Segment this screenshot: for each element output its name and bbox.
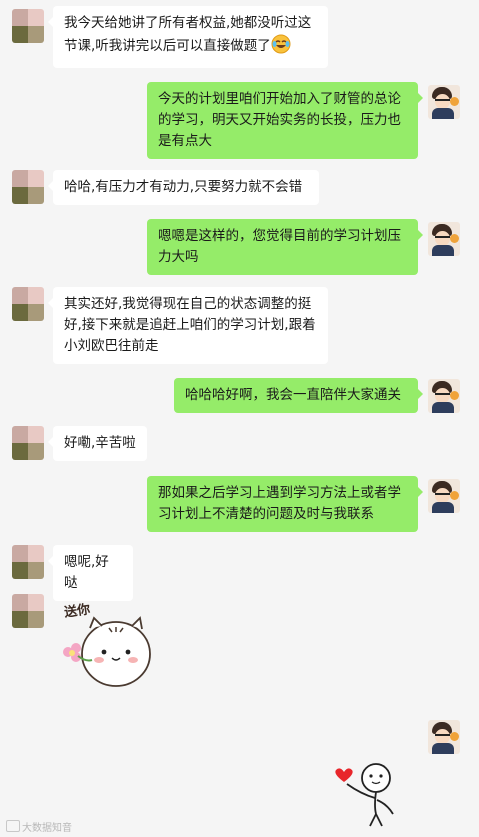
message-row bbox=[0, 718, 479, 828]
avatar[interactable] bbox=[428, 479, 460, 513]
message-text: 哈哈,有压力才有动力,只要努力就不会错 bbox=[64, 179, 303, 195]
message-row: 哈哈哈好啊，我会一直陪伴大家通关 bbox=[0, 378, 479, 414]
avatar[interactable] bbox=[12, 594, 44, 628]
message-bubble[interactable]: 哈哈,有压力才有动力,只要努力就不会错 bbox=[48, 170, 319, 205]
message-bubble[interactable]: 那如果之后学习上遇到学习方法上或者学习计划上不清楚的问题及时与我联系 bbox=[147, 476, 423, 532]
message-text: 哈哈哈好啊，我会一直陪伴大家通关 bbox=[185, 387, 401, 403]
watermark-text: 大数据知音 bbox=[22, 823, 72, 834]
watermark-logo-icon bbox=[6, 820, 20, 832]
message-text: 嗯呢,好哒 bbox=[64, 554, 109, 591]
message-text: 嗯嗯是这样的，您觉得目前的学习计划压力大吗 bbox=[158, 228, 401, 265]
message-bubble[interactable]: 嗯嗯是这样的，您觉得目前的学习计划压力大吗 bbox=[147, 219, 423, 275]
watermark: 大数据知音 bbox=[6, 819, 72, 834]
avatar[interactable] bbox=[12, 287, 44, 321]
message-bubble[interactable]: 嗯呢,好哒 bbox=[48, 545, 133, 601]
message-row: 送你 bbox=[0, 594, 479, 699]
message-row: 嗯呢,好哒 bbox=[0, 545, 479, 601]
message-bubble[interactable]: 其实还好,我觉得现在自己的状态调整的挺好,接下来就是追赶上咱们的学习计划,跟着小… bbox=[48, 287, 328, 364]
message-row: 哈哈,有压力才有动力,只要努力就不会错 bbox=[0, 170, 479, 206]
message-text: 那如果之后学习上遇到学习方法上或者学习计划上不清楚的问题及时与我联系 bbox=[158, 485, 401, 522]
avatar[interactable] bbox=[428, 222, 460, 256]
cat-giving-flower-icon bbox=[63, 616, 151, 687]
message-bubble[interactable]: 我今天给她讲了所有者权益,她都没听过这节课,听我讲完以后可以直接做题了 bbox=[48, 6, 328, 68]
message-row: 今天的计划里咱们开始加入了财管的总论的学习，明天又开始实务的长投，压力也是有点大 bbox=[0, 82, 479, 159]
avatar[interactable] bbox=[12, 545, 44, 579]
message-text: 好嘞,辛苦啦 bbox=[64, 435, 136, 451]
message-text: 其实还好,我觉得现在自己的状态调整的挺好,接下来就是追赶上咱们的学习计划,跟着小… bbox=[64, 296, 316, 354]
message-bubble[interactable]: 今天的计划里咱们开始加入了财管的总论的学习，明天又开始实务的长投，压力也是有点大 bbox=[147, 82, 423, 159]
sticker-message[interactable]: 送你 bbox=[54, 594, 154, 694]
avatar[interactable] bbox=[12, 426, 44, 460]
avatar[interactable] bbox=[428, 379, 460, 413]
stickman-heart-icon bbox=[335, 763, 394, 827]
avatar[interactable] bbox=[12, 9, 44, 43]
message-row: 其实还好,我觉得现在自己的状态调整的挺好,接下来就是追赶上咱们的学习计划,跟着小… bbox=[0, 287, 479, 364]
avatar[interactable] bbox=[12, 170, 44, 204]
sticker-message[interactable] bbox=[334, 762, 404, 828]
avatar[interactable] bbox=[428, 720, 460, 754]
message-row: 那如果之后学习上遇到学习方法上或者学习计划上不清楚的问题及时与我联系 bbox=[0, 476, 479, 532]
laughing-crying-emoji-icon bbox=[271, 34, 291, 61]
message-row: 好嘞,辛苦啦 bbox=[0, 426, 479, 462]
message-bubble[interactable]: 哈哈哈好啊，我会一直陪伴大家通关 bbox=[174, 378, 423, 413]
message-row: 我今天给她讲了所有者权益,她都没听过这节课,听我讲完以后可以直接做题了 bbox=[0, 6, 479, 68]
message-text: 今天的计划里咱们开始加入了财管的总论的学习，明天又开始实务的长投，压力也是有点大 bbox=[158, 91, 401, 149]
message-bubble[interactable]: 好嘞,辛苦啦 bbox=[48, 426, 147, 461]
avatar[interactable] bbox=[428, 85, 460, 119]
message-row: 嗯嗯是这样的，您觉得目前的学习计划压力大吗 bbox=[0, 219, 479, 275]
